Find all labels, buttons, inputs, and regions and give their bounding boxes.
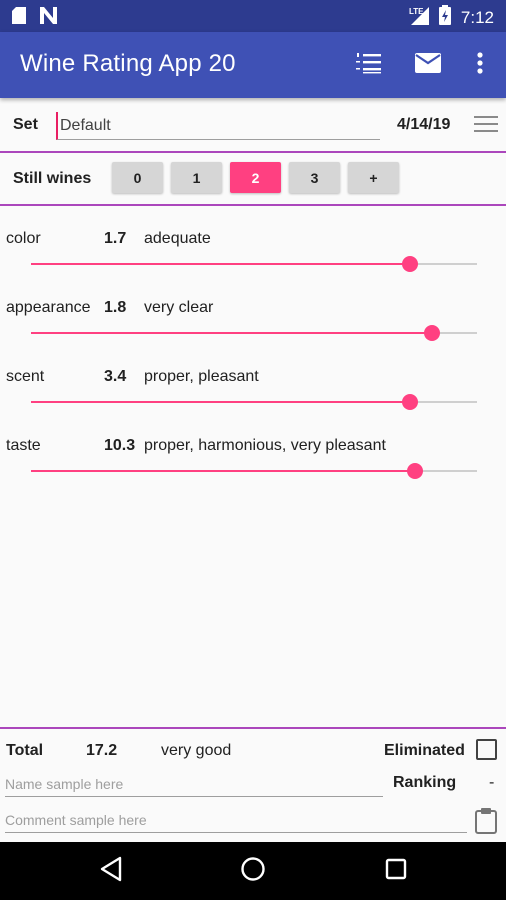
eliminated-checkbox[interactable] bbox=[476, 739, 497, 760]
criterion-description: adequate bbox=[144, 230, 211, 247]
set-menu-button[interactable] bbox=[474, 114, 498, 139]
total-description: very good bbox=[161, 742, 232, 759]
criterion-value: 10.3 bbox=[104, 437, 136, 454]
slider-thumb[interactable] bbox=[406, 463, 423, 479]
criterion-name: taste bbox=[6, 437, 41, 454]
criterion-description: proper, harmonious, very pleasant bbox=[144, 437, 386, 454]
clipboard-icon bbox=[475, 808, 497, 838]
menu-icon bbox=[474, 116, 498, 138]
comment-input[interactable] bbox=[5, 807, 467, 833]
slider-thumb[interactable] bbox=[402, 256, 419, 272]
wine-button-1[interactable]: 1 bbox=[171, 162, 222, 193]
status-bar: LTE 7:12 bbox=[0, 0, 506, 32]
criterion-slider[interactable] bbox=[31, 394, 477, 410]
clipboard-button[interactable] bbox=[475, 808, 497, 839]
list-button[interactable] bbox=[352, 49, 384, 81]
set-row: Set 4/14/19 bbox=[0, 100, 506, 152]
criterion-value: 1.7 bbox=[104, 230, 127, 247]
criterion-description: proper, pleasant bbox=[144, 368, 259, 385]
criterion-slider[interactable] bbox=[31, 256, 477, 272]
more-vert-icon bbox=[477, 51, 483, 79]
set-date[interactable]: 4/14/19 bbox=[397, 116, 450, 134]
wine-button-3[interactable]: 3 bbox=[289, 162, 340, 193]
recents-icon bbox=[385, 858, 407, 885]
eliminated-label: Eliminated bbox=[384, 742, 465, 759]
sample-name-input[interactable] bbox=[5, 771, 383, 797]
home-icon bbox=[240, 856, 266, 887]
back-button[interactable] bbox=[96, 856, 126, 886]
criterion-appearance: appearance 1.8 very clear bbox=[0, 299, 506, 368]
slider-fill bbox=[31, 332, 433, 334]
wine-button-2[interactable]: 2 bbox=[230, 162, 281, 193]
criterion-description: very clear bbox=[144, 299, 214, 316]
recents-button[interactable] bbox=[381, 856, 411, 886]
criterion-slider[interactable] bbox=[31, 325, 477, 341]
back-icon bbox=[99, 856, 123, 887]
slider-fill bbox=[31, 470, 415, 472]
divider bbox=[0, 204, 506, 206]
more-options-button[interactable] bbox=[464, 49, 496, 81]
still-wines-row: Still wines 0 1 2 3 + bbox=[0, 154, 506, 204]
mail-icon bbox=[415, 52, 441, 78]
lte-signal-icon: LTE bbox=[409, 5, 429, 30]
criterion-slider[interactable] bbox=[31, 463, 477, 479]
criterion-name: scent bbox=[6, 368, 45, 385]
app-bar: Wine Rating App 20 bbox=[0, 32, 506, 98]
total-value: 17.2 bbox=[86, 742, 118, 759]
criterion-taste: taste 10.3 proper, harmonious, very plea… bbox=[0, 437, 506, 506]
criterion-scent: scent 3.4 proper, pleasant bbox=[0, 368, 506, 437]
ranking-label: Ranking bbox=[393, 774, 457, 791]
slider-fill bbox=[31, 263, 411, 265]
total-label: Total bbox=[6, 742, 44, 759]
list-icon bbox=[355, 52, 381, 79]
app-title: Wine Rating App 20 bbox=[20, 50, 236, 77]
mail-button[interactable] bbox=[412, 49, 444, 81]
status-time: 7:12 bbox=[460, 7, 494, 27]
slider-thumb[interactable] bbox=[402, 394, 419, 410]
navigation-bar bbox=[0, 842, 506, 900]
battery-icon bbox=[438, 5, 451, 30]
set-input[interactable] bbox=[56, 112, 380, 140]
ranking-value: - bbox=[489, 774, 495, 791]
criterion-name: appearance bbox=[6, 299, 91, 316]
slider-fill bbox=[31, 401, 411, 403]
home-button[interactable] bbox=[238, 856, 268, 886]
criterion-color: color 1.7 adequate bbox=[0, 230, 506, 299]
wine-button-0[interactable]: 0 bbox=[112, 162, 163, 193]
n-notification-icon bbox=[40, 7, 57, 29]
still-wines-label: Still wines bbox=[13, 170, 92, 187]
slider-thumb[interactable] bbox=[424, 325, 441, 341]
criterion-value: 3.4 bbox=[104, 368, 127, 385]
wine-button-add[interactable]: + bbox=[348, 162, 399, 193]
criterion-value: 1.8 bbox=[104, 299, 127, 316]
sd-card-icon bbox=[12, 7, 26, 29]
set-label: Set bbox=[13, 116, 38, 133]
divider bbox=[0, 151, 506, 153]
criterion-name: color bbox=[6, 230, 41, 247]
summary-panel: Total 17.2 very good Eliminated Ranking … bbox=[0, 729, 506, 842]
